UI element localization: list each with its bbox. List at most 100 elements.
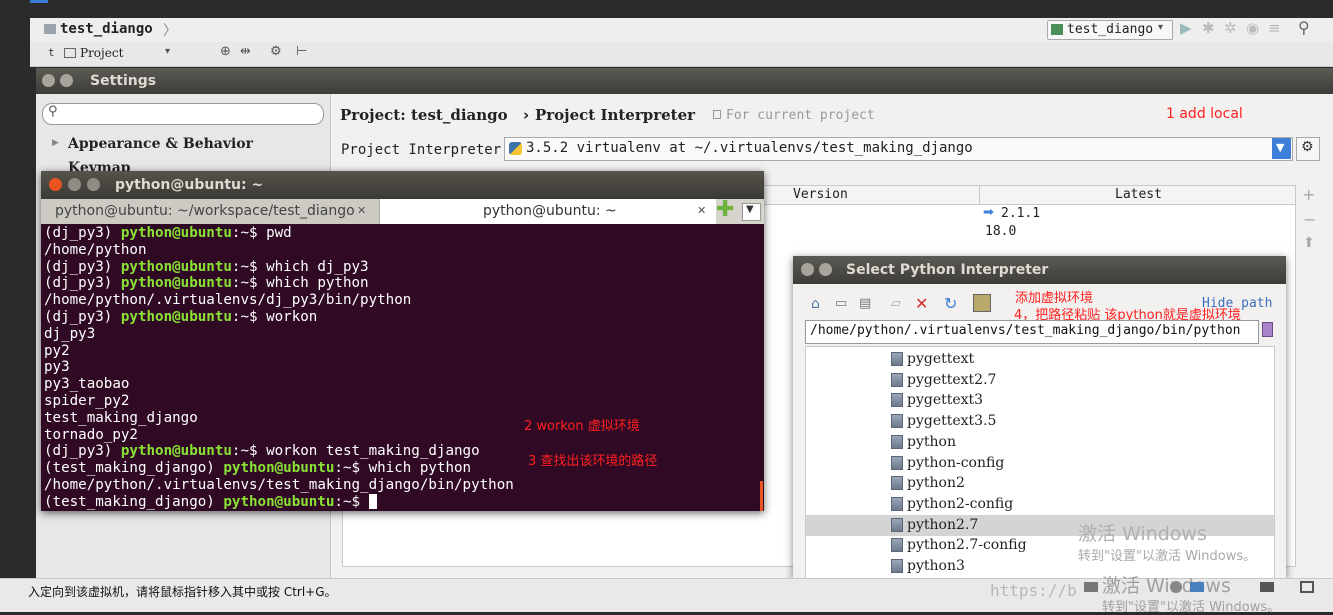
network-icon[interactable] xyxy=(1190,582,1204,592)
minimize-icon[interactable] xyxy=(60,74,73,87)
target-icon[interactable]: ⊕ xyxy=(220,44,231,59)
tab-menu-button[interactable]: ▼ xyxy=(742,203,761,221)
desktop-top-strip xyxy=(0,0,1333,18)
file-name: pygettext xyxy=(907,351,975,367)
close-icon[interactable]: ✕ xyxy=(357,204,366,217)
settings-search-input[interactable]: ⚲ xyxy=(42,103,324,125)
chevron-down-icon[interactable]: ▾ xyxy=(165,46,170,57)
file-list-item[interactable]: python2.7-config xyxy=(891,535,1027,556)
paste-icon[interactable] xyxy=(1262,322,1273,337)
gear-icon: ⚙ xyxy=(1301,139,1314,155)
hide-path-link[interactable]: Hide path xyxy=(1202,296,1272,311)
tab-workspace[interactable]: python@ubuntu: ~/workspace/test_diango ✕ xyxy=(41,199,380,224)
file-list-item[interactable]: pygettext xyxy=(891,349,974,370)
file-name: python-config xyxy=(907,454,1005,471)
show-hidden-icon[interactable] xyxy=(973,294,991,312)
structure-tab[interactable]: t xyxy=(48,46,55,59)
vmware-status-bar: 入定向到该虚拟机，请将鼠标指针移入其中或按 Ctrl+G。 https://b … xyxy=(0,575,1333,615)
watermark-activate-title-2: 激活 Windows xyxy=(1102,575,1231,597)
breadcrumb-separator: › xyxy=(523,106,530,124)
gear-icon[interactable]: ⚙ xyxy=(270,44,282,59)
terminal-venv-prefix: (dj_py3) xyxy=(44,258,121,275)
terminal-line: tornado_py2 xyxy=(44,427,138,444)
interpreter-settings-button[interactable]: ⚙ xyxy=(1296,137,1320,161)
interpreter-dropdown-button[interactable]: ▼ xyxy=(1272,138,1291,159)
run-config-select[interactable]: test_diango ▾ xyxy=(1047,20,1173,40)
terminal-venv-prefix: (dj_py3) xyxy=(44,225,121,241)
collapse-icon[interactable]: ⇹ xyxy=(240,44,251,59)
desktop-icon[interactable]: ▭ xyxy=(835,296,847,311)
executable-file-icon xyxy=(891,393,903,408)
tab-home[interactable]: python@ubuntu: ~ ✕ xyxy=(380,199,716,224)
run-icon[interactable]: ▶ xyxy=(1180,19,1192,37)
close-icon[interactable] xyxy=(49,178,62,191)
terminal-line: /home/python xyxy=(44,242,147,259)
usb-icon[interactable] xyxy=(1260,582,1274,592)
hide-icon[interactable]: ⊢ xyxy=(296,44,307,59)
terminal-cursor xyxy=(368,494,377,510)
close-icon[interactable] xyxy=(42,74,55,87)
executable-file-icon xyxy=(891,538,903,553)
terminal-output-text: py3 xyxy=(44,359,70,376)
terminal-prompt-user: python@ubuntu xyxy=(223,460,335,477)
column-header-version[interactable]: Version xyxy=(793,187,848,202)
file-list-item[interactable]: python3 xyxy=(891,556,965,577)
watermark-url: https://b xyxy=(990,581,1077,600)
chevron-right-icon: ▶ xyxy=(52,138,59,148)
chevron-right-icon: 〉 xyxy=(163,23,177,39)
tasks-icon[interactable]: ≡ xyxy=(1268,19,1281,37)
terminal-command: :~$ workon xyxy=(231,309,318,325)
search-everywhere-icon[interactable]: ⚲ xyxy=(1298,18,1310,37)
executable-file-icon xyxy=(891,434,903,449)
ide-navigation-bar: test_diango 〉 test_diango ▾ ▶ ✱ ✲ ◉ ≡ ⚲ xyxy=(30,18,1333,43)
terminal-title: python@ubuntu: ~ xyxy=(115,177,264,193)
display-icon[interactable] xyxy=(1300,581,1314,593)
hdd-icon[interactable] xyxy=(1084,582,1098,592)
terminal-output-text: py2 xyxy=(44,342,70,359)
refresh-icon[interactable]: ↻ xyxy=(944,294,957,313)
file-list-item[interactable]: pygettext3.5 xyxy=(891,411,996,432)
profile-icon[interactable]: ◉ xyxy=(1246,19,1259,37)
file-name: python3 xyxy=(907,558,965,574)
file-list-item[interactable]: pygettext3 xyxy=(891,390,983,411)
terminal-venv-prefix: (dj_py3) xyxy=(44,309,121,325)
delete-icon[interactable]: ✕ xyxy=(915,294,928,313)
path-input[interactable]: /home/python/.virtualenvs/test_making_dj… xyxy=(805,320,1259,344)
settings-title: Settings xyxy=(90,73,157,89)
close-icon[interactable]: ✕ xyxy=(697,204,706,217)
project-icon[interactable]: ▤ xyxy=(859,296,871,311)
project-view-icon xyxy=(64,48,76,58)
terminal-prompt-user: python@ubuntu xyxy=(120,443,232,460)
file-name: pygettext2.7 xyxy=(907,371,997,388)
terminal-window[interactable]: python@ubuntu: ~ python@ubuntu: ~/worksp… xyxy=(41,171,764,511)
interpreter-dialog-title: Select Python Interpreter xyxy=(846,262,1049,278)
coverage-icon[interactable]: ✲ xyxy=(1224,19,1237,37)
upgrade-package-icon[interactable]: ⬆ xyxy=(1303,235,1315,251)
column-header-latest[interactable]: Latest xyxy=(1115,187,1162,202)
minimize-icon[interactable] xyxy=(819,263,832,276)
home-icon[interactable]: ⌂ xyxy=(811,296,820,312)
cdrom-icon[interactable] xyxy=(1170,581,1182,593)
maximize-icon[interactable] xyxy=(87,178,100,191)
remove-package-icon[interactable]: − xyxy=(1303,210,1316,229)
new-folder-icon[interactable]: ▱ xyxy=(891,296,901,311)
watermark-activate-title: 激活 Windows xyxy=(1078,523,1207,545)
file-list-item[interactable]: python2-config xyxy=(891,494,1013,515)
file-list-item[interactable]: python2 xyxy=(891,473,965,494)
interpreter-select[interactable]: 3.5.2 virtualenv at ~/.virtualenvs/test_… xyxy=(504,137,1293,161)
file-list-item[interactable]: python xyxy=(891,432,956,453)
interpreter-dialog-titlebar: Select Python Interpreter xyxy=(793,256,1286,284)
terminal-prompt-user: python@ubuntu xyxy=(120,225,232,241)
debug-icon[interactable]: ✱ xyxy=(1202,19,1215,37)
add-package-icon[interactable]: + xyxy=(1302,185,1315,204)
minimize-icon[interactable] xyxy=(68,178,81,191)
new-tab-icon[interactable]: ✚ xyxy=(716,197,734,222)
file-list-item[interactable]: python-config xyxy=(891,453,1004,474)
project-crumb[interactable]: test_diango xyxy=(60,21,153,37)
file-list-item[interactable]: pygettext2.7 xyxy=(891,370,996,391)
close-icon[interactable] xyxy=(801,263,814,276)
select-interpreter-dialog: Select Python Interpreter ⌂ ▭ ▤ ▱ ✕ ↻ 添加… xyxy=(793,256,1286,580)
executable-file-icon xyxy=(891,414,903,429)
project-tab[interactable]: Project xyxy=(80,46,123,60)
settings-tree-item-appearance[interactable]: Appearance & Behavior xyxy=(68,136,253,152)
